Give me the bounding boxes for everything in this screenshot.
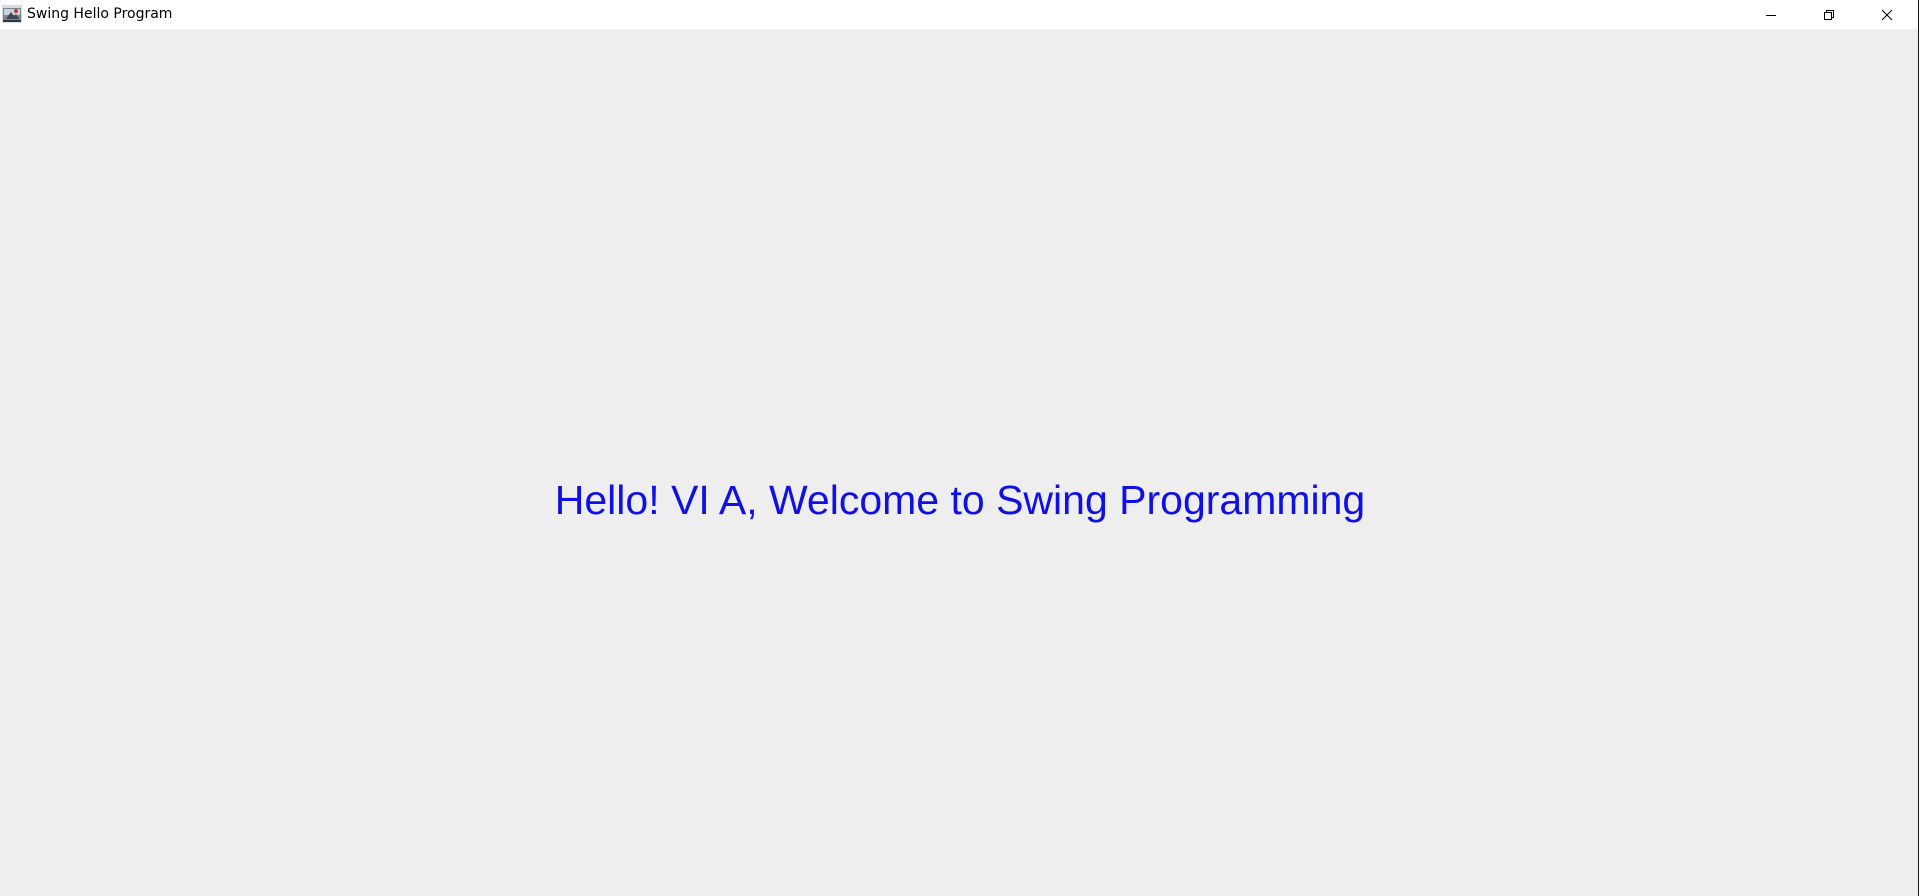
minimize-button[interactable]: [1742, 0, 1800, 29]
minimize-icon: [1766, 14, 1776, 16]
restore-icon: [1824, 9, 1834, 20]
restore-button[interactable]: [1800, 0, 1858, 29]
window-title: Swing Hello Program: [27, 6, 173, 22]
close-icon: [1881, 9, 1893, 20]
hello-label: Hello! VI A, Welcome to Swing Programmin…: [554, 477, 1366, 523]
title-bar[interactable]: Swing Hello Program: [0, 0, 1918, 29]
close-button[interactable]: [1858, 0, 1916, 29]
content-pane: [0, 29, 1918, 896]
app-window: Swing Hello Program Hello! VI A, Welcome…: [0, 0, 1919, 896]
java-cup-icon[interactable]: [2, 5, 22, 23]
